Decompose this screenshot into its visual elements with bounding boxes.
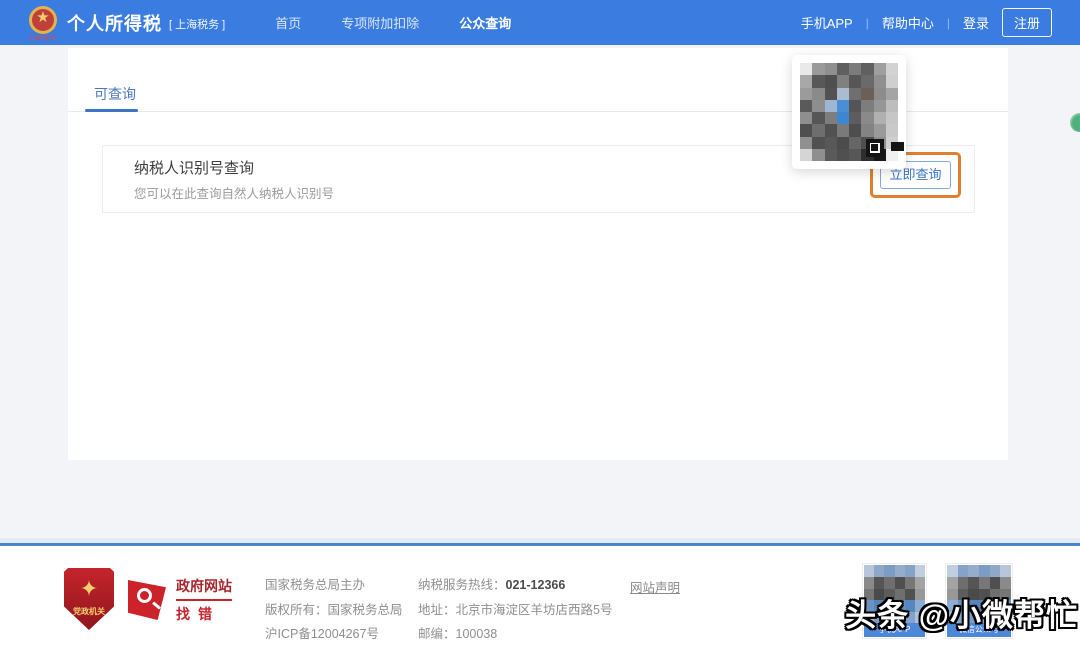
tab-queryable[interactable]: 可查询	[94, 84, 136, 104]
page-footer: ✦ 党政机关 政府网站 找错 国家税务总局主办 版权所有：国家税务总局 沪ICP…	[0, 546, 1080, 645]
emblem-badge-text: 中国税务	[28, 33, 58, 42]
party-government-badge-icon: ✦ 党政机关	[64, 568, 114, 630]
main-nav: 首页 专项附加扣除 公众查询	[275, 13, 511, 32]
tax-emblem-icon: ★ 中国税务	[28, 5, 58, 41]
qr-position-marker-dot	[871, 144, 878, 151]
gov-site-label: 政府网站	[176, 576, 232, 601]
shield-badge-label: 党政机关	[64, 606, 114, 617]
mobile-app-link[interactable]: 手机APP	[801, 13, 853, 32]
gov-site-find-error-link[interactable]: 政府网站 找错	[128, 576, 232, 624]
nav-item-public-query[interactable]: 公众查询	[459, 13, 511, 32]
site-statement-link[interactable]: 网站声明	[630, 577, 680, 596]
zip-value: 100038	[456, 627, 498, 641]
header-actions: 手机APP | 帮助中心 | 登录 注册	[801, 8, 1052, 37]
nav-item-home[interactable]: 首页	[275, 13, 301, 32]
divider: |	[866, 16, 869, 30]
main-content-area: 可查询 纳税人识别号查询 您可以在此查询自然人纳税人识别号 立即查询	[0, 45, 1080, 538]
qr-module-block	[891, 142, 904, 151]
floating-side-widget[interactable]	[1070, 113, 1080, 132]
footer-host-line: 国家税务总局主办	[265, 573, 403, 598]
shield-star-icon: ✦	[64, 576, 114, 602]
footer-hotline-line: 纳税服务热线：021-12366	[418, 573, 612, 598]
address-label: 地址：	[418, 603, 456, 617]
help-center-link[interactable]: 帮助中心	[882, 13, 934, 32]
footer-contact-info: 纳税服务热线：021-12366 地址：北京市海淀区羊坊店西路5号 邮编：100…	[418, 573, 612, 645]
site-title: 个人所得税	[67, 10, 162, 36]
footer-copyright-line: 版权所有：国家税务总局	[265, 598, 403, 623]
footer-icp-line: 沪ICP备12004267号	[265, 622, 403, 645]
nav-item-special-deduction[interactable]: 专项附加扣除	[341, 13, 419, 32]
tab-active-underline	[85, 109, 138, 112]
hotline-label: 纳税服务热线：	[418, 578, 506, 592]
query-card-subtitle: 您可以在此查询自然人纳税人识别号	[134, 183, 334, 202]
hotline-number: 021-12366	[506, 578, 566, 592]
site-logo[interactable]: ★ 中国税务 个人所得税 [ 上海税务 ]	[28, 5, 225, 41]
qr-code-popup	[792, 55, 906, 169]
footer-zip-line: 邮编：100038	[418, 622, 612, 645]
login-link[interactable]: 登录	[963, 13, 989, 32]
zip-label: 邮编：	[418, 627, 456, 641]
footer-org-info: 国家税务总局主办 版权所有：国家税务总局 沪ICP备12004267号	[265, 573, 403, 645]
top-header: ★ 中国税务 个人所得税 [ 上海税务 ] 首页 专项附加扣除 公众查询 手机A…	[0, 0, 1080, 45]
footer-address-line: 地址：北京市海淀区羊坊店西路5号	[418, 598, 612, 623]
watermark-overlay: 头条 @小微帮忙	[845, 590, 1078, 635]
magnifier-icon	[128, 580, 166, 620]
divider: |	[947, 16, 950, 30]
query-card-title: 纳税人识别号查询	[134, 157, 254, 178]
find-error-label: 找错	[176, 604, 232, 624]
register-button[interactable]: 注册	[1002, 8, 1052, 37]
site-region-label: [ 上海税务 ]	[169, 16, 225, 32]
address-value: 北京市海淀区羊坊店西路5号	[456, 603, 613, 617]
